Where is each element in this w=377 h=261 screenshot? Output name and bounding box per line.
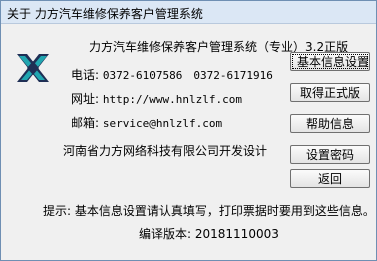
phone-value: 0372-6107586 0372-6171916 (102, 69, 273, 82)
company-credit: 河南省力方网络科技有限公司开发设计 (63, 144, 268, 158)
website-value: http://www.hnlzlf.com (102, 93, 242, 106)
basic-info-settings-button[interactable]: 基本信息设置 (290, 52, 370, 71)
window-title: 关于 力方汽车维修保养客户管理系统 (7, 7, 203, 21)
version-label: 编译版本: (139, 227, 192, 241)
website-row: 网址: http://www.hnlzlf.com (71, 90, 242, 107)
back-button[interactable]: 返回 (290, 169, 370, 188)
help-info-button[interactable]: 帮助信息 (290, 114, 370, 133)
dialog-content: 力方汽车维修保养客户管理系统（专业）3.2正版 电话: 0372-6107586… (1, 24, 376, 260)
email-label: 邮箱: (71, 116, 100, 130)
hint-text: 提示: 基本信息设置请认真填写，打印票据时要用到这些信息。 (43, 204, 375, 218)
phone-label: 电话: (71, 68, 100, 82)
phone-row: 电话: 0372-6107586 0372-6171916 (71, 66, 273, 83)
get-official-version-button[interactable]: 取得正式版 (290, 83, 370, 102)
email-value: service@hnlzlf.com (102, 117, 223, 130)
version-row: 编译版本: 20181110003 (139, 225, 279, 242)
set-password-button[interactable]: 设置密码 (290, 145, 370, 164)
lifang-logo-icon (15, 50, 51, 86)
about-dialog: 关于 力方汽车维修保养客户管理系统 力方汽车维修保养客户管理系统（专业）3.2正… (0, 0, 377, 261)
website-label: 网址: (71, 92, 100, 106)
email-row: 邮箱: service@hnlzlf.com (71, 114, 222, 131)
version-value: 20181110003 (194, 227, 279, 241)
title-bar[interactable]: 关于 力方汽车维修保养客户管理系统 (1, 1, 376, 24)
